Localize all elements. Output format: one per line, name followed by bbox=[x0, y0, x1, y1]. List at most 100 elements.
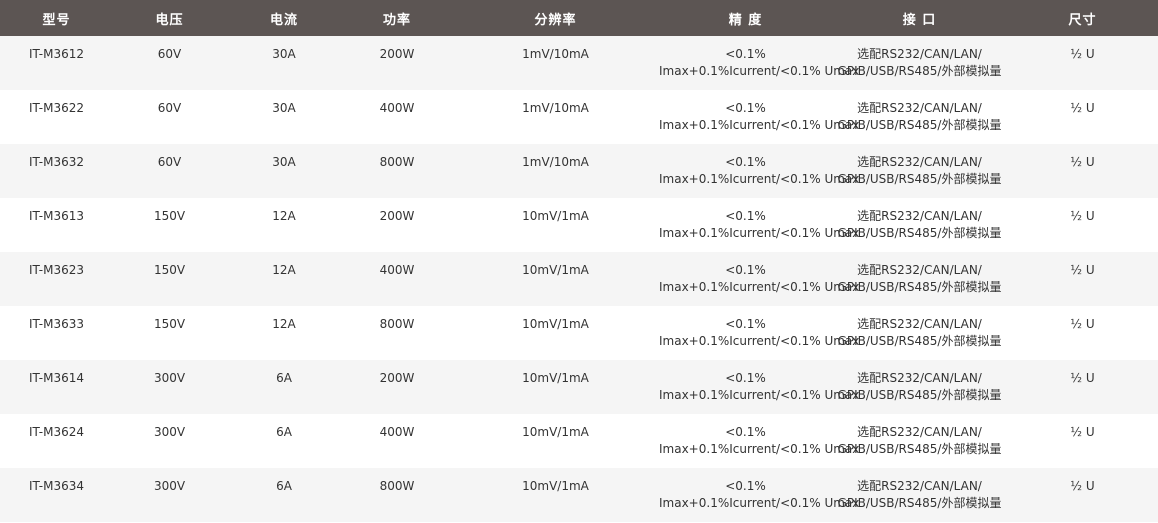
size-text: ½ U bbox=[1070, 263, 1095, 277]
cell-size: ½ U bbox=[1007, 90, 1158, 144]
cell-size: ½ U bbox=[1007, 36, 1158, 90]
table-row: IT-M3612 60V 30A 200W 1mV/10mA <0.1% Imax+0.1%… bbox=[0, 36, 1158, 90]
cell-current: 12A bbox=[226, 252, 342, 306]
cell-size: ½ U bbox=[1007, 360, 1158, 414]
cell-voltage: 60V bbox=[113, 36, 226, 90]
cell-model: IT-M3612 bbox=[0, 36, 113, 90]
resolution-text: 10mV/1mA bbox=[522, 263, 589, 277]
cell-resolution: 10mV/1mA bbox=[452, 306, 659, 360]
interface-line-1: 选配RS232/CAN/LAN/ bbox=[857, 371, 982, 385]
cell-power: 400W bbox=[342, 90, 452, 144]
cell-current: 30A bbox=[226, 144, 342, 198]
power-text: 400W bbox=[379, 263, 415, 277]
cell-accuracy: <0.1% Imax+0.1%Icurrent/<0.1% Umax bbox=[659, 36, 859, 90]
accuracy-line-1: <0.1% bbox=[725, 101, 766, 115]
interface-line-2: GPIB/USB/RS485/外部模拟量 bbox=[837, 496, 1002, 510]
voltage-text: 150V bbox=[153, 209, 186, 223]
cell-size: ½ U bbox=[1007, 414, 1158, 468]
voltage-text: 150V bbox=[153, 263, 186, 277]
size-text: ½ U bbox=[1070, 209, 1095, 223]
cell-accuracy: <0.1% Imax+0.1%Icurrent/<0.1% Umax bbox=[659, 306, 859, 360]
model-text: IT-M3614 bbox=[29, 371, 84, 385]
model-text: IT-M3634 bbox=[29, 479, 84, 493]
cell-interface: 选配RS232/CAN/LAN/GPIB/USB/RS485/外部模拟量 bbox=[832, 198, 1007, 252]
resolution-text: 1mV/10mA bbox=[522, 47, 589, 61]
accuracy-line-1: <0.1% bbox=[725, 479, 766, 493]
size-text: ½ U bbox=[1070, 371, 1095, 385]
model-text: IT-M3623 bbox=[29, 263, 84, 277]
resolution-text: 1mV/10mA bbox=[522, 155, 589, 169]
cell-accuracy: <0.1% Imax+0.1%Icurrent/<0.1% Umax bbox=[659, 198, 860, 252]
cell-size: ½ U bbox=[1007, 306, 1158, 360]
cell-interface: 选配RS232/CAN/LAN/GPIB/USB/RS485/外部模拟量 bbox=[832, 360, 1007, 414]
cell-power: 400W bbox=[342, 252, 452, 306]
cell-power: 800W bbox=[342, 468, 452, 522]
header-voltage: 电压 bbox=[155, 12, 184, 28]
cell-voltage: 150V bbox=[113, 198, 226, 252]
power-text: 800W bbox=[379, 155, 415, 169]
cell-interface: 选配RS232/CAN/LAN/GPIB/USB/RS485/外部模拟量 bbox=[832, 36, 1007, 90]
cell-resolution: 1mV/10mA bbox=[452, 144, 659, 198]
current-text: 12A bbox=[272, 317, 296, 331]
resolution-text: 10mV/1mA bbox=[522, 371, 589, 385]
table-body: IT-M3612 60V 30A 200W 1mV/10mA <0.1% Imax+0.1%… bbox=[0, 36, 1158, 522]
resolution-text: 10mV/1mA bbox=[522, 479, 589, 493]
table-row: IT-M3634 300V 6A 800W 10mV/1mA <0.1% Imax+0.1%… bbox=[0, 468, 1158, 522]
power-text: 400W bbox=[379, 425, 415, 439]
power-text: 200W bbox=[379, 47, 415, 61]
cell-current: 6A bbox=[226, 414, 342, 468]
interface-line-1: 选配RS232/CAN/LAN/ bbox=[857, 155, 982, 169]
cell-size: ½ U bbox=[1007, 198, 1158, 252]
cell-power: 200W bbox=[342, 36, 452, 90]
cell-power: 200W bbox=[342, 360, 452, 414]
cell-current: 30A bbox=[226, 36, 342, 90]
header-resolution: 分辨率 bbox=[534, 12, 577, 28]
resolution-text: 10mV/1mA bbox=[522, 425, 589, 439]
cell-resolution: 10mV/1mA bbox=[452, 198, 659, 252]
voltage-text: 300V bbox=[153, 479, 186, 493]
cell-voltage: 150V bbox=[113, 252, 226, 306]
current-text: 6A bbox=[276, 479, 292, 493]
interface-line-1: 选配RS232/CAN/LAN/ bbox=[857, 209, 982, 223]
header-interface: 接 口 bbox=[902, 12, 937, 28]
accuracy-line-2: Imax+0.1%Icurrent/<0.1% Umax bbox=[659, 172, 860, 186]
current-text: 6A bbox=[276, 371, 292, 385]
cell-interface: 选配RS232/CAN/LAN/GPIB/USB/RS485/外部模拟量 bbox=[832, 414, 1007, 468]
size-text: ½ U bbox=[1070, 155, 1095, 169]
interface-line-2: GPIB/USB/RS485/外部模拟量 bbox=[837, 226, 1002, 240]
current-text: 30A bbox=[272, 101, 296, 115]
cell-voltage: 60V bbox=[113, 90, 226, 144]
model-text: IT-M3632 bbox=[29, 155, 84, 169]
voltage-text: 60V bbox=[157, 155, 182, 169]
model-text: IT-M3612 bbox=[29, 47, 84, 61]
table-row: IT-M3623 150V 12A 400W 10mV/1mA <0.1% Imax+0.1… bbox=[0, 252, 1158, 306]
cell-current: 6A bbox=[226, 360, 342, 414]
cell-voltage: 300V bbox=[113, 414, 226, 468]
power-text: 200W bbox=[379, 209, 415, 223]
cell-accuracy: <0.1% Imax+0.1%Icurrent/<0.1% Umax bbox=[659, 360, 859, 414]
table-row: IT-M3614 300V 6A 200W 10mV/1mA <0.1% Imax+0.1%… bbox=[0, 360, 1158, 414]
cell-interface: 选配RS232/CAN/LAN/GPIB/USB/RS485/外部模拟量 bbox=[832, 306, 1007, 360]
accuracy-line-1: <0.1% bbox=[725, 209, 766, 223]
cell-model: IT-M3613 bbox=[0, 198, 113, 252]
accuracy-line-2: Imax+0.1%Icurrent/<0.1% Umax bbox=[659, 280, 860, 294]
size-text: ½ U bbox=[1070, 425, 1095, 439]
cell-resolution: 10mV/1mA bbox=[452, 360, 659, 414]
cell-accuracy: <0.1% Imax+0.1%Icurrent/<0.1% Umax bbox=[659, 144, 860, 198]
cell-interface: 选配RS232/CAN/LAN/GPIB/USB/RS485/外部模拟量 bbox=[832, 252, 1007, 306]
accuracy-line-1: <0.1% bbox=[725, 317, 766, 331]
cell-voltage: 150V bbox=[113, 306, 226, 360]
cell-model: IT-M3624 bbox=[0, 414, 113, 468]
resolution-text: 10mV/1mA bbox=[522, 209, 589, 223]
power-text: 800W bbox=[379, 479, 415, 493]
voltage-text: 300V bbox=[153, 425, 186, 439]
cell-model: IT-M3614 bbox=[0, 360, 113, 414]
voltage-text: 60V bbox=[157, 47, 182, 61]
cell-voltage: 60V bbox=[113, 144, 226, 198]
cell-power: 800W bbox=[342, 306, 452, 360]
header-row: 型号 电压 电流 功率 分辨率 精 度 接 口 尺寸 bbox=[0, 0, 1158, 36]
interface-line-2: GPIB/USB/RS485/外部模拟量 bbox=[837, 334, 1002, 348]
cell-voltage: 300V bbox=[113, 360, 226, 414]
resolution-text: 10mV/1mA bbox=[522, 317, 589, 331]
accuracy-line-2: Imax+0.1%Icurrent/<0.1% Umax bbox=[659, 226, 860, 240]
